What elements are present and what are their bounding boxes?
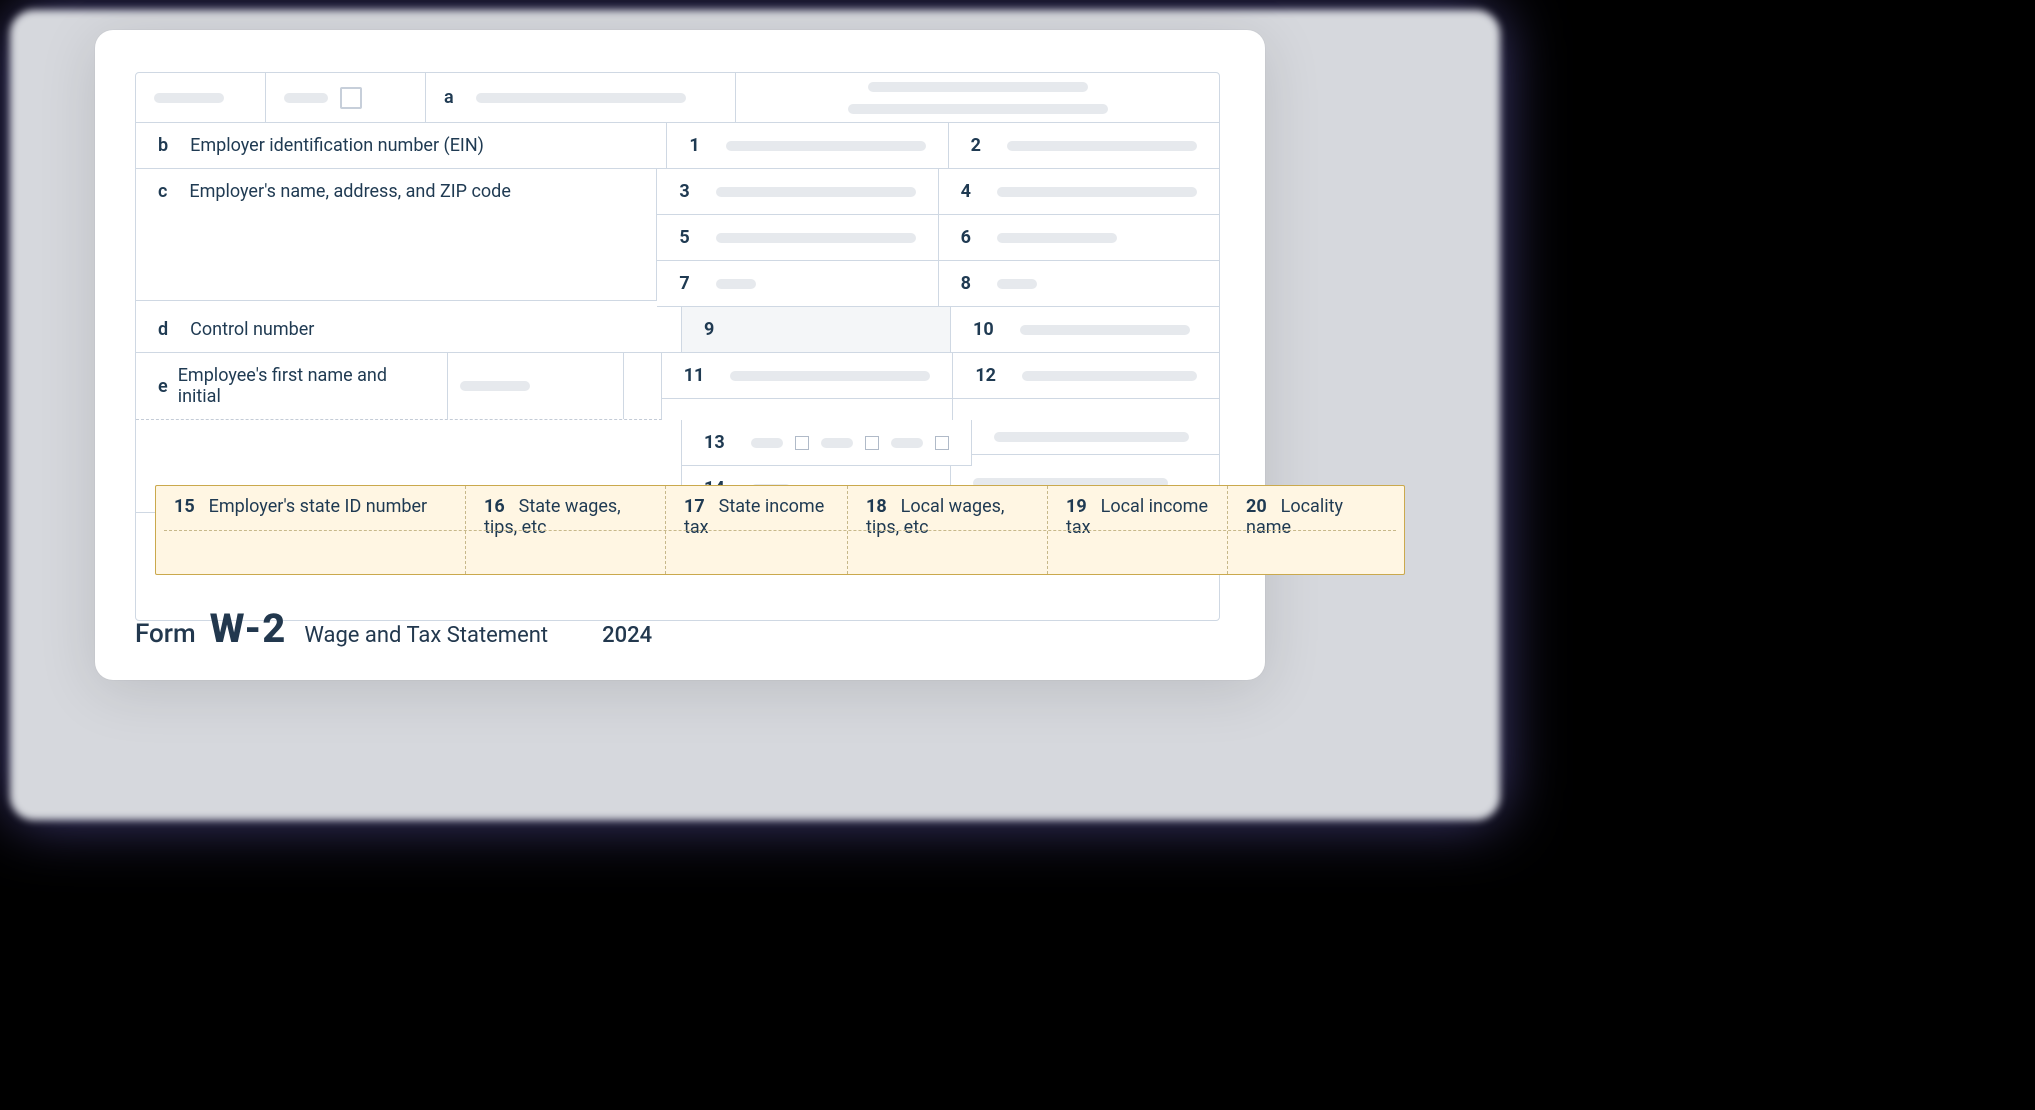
placeholder-bar: [154, 93, 224, 103]
box-1: 1: [667, 123, 947, 169]
footer-desc: Wage and Tax Statement: [304, 623, 548, 648]
main-row-2: cEmployer's name, address, and ZIP code …: [136, 169, 1219, 307]
box-2: 2: [949, 123, 1219, 169]
top-cell-right: [736, 73, 1219, 122]
box-11: 11: [662, 353, 953, 399]
box-e-row: eEmployee's first name and initial: [136, 353, 662, 420]
placeholder-bar: [1020, 325, 1190, 335]
placeholder-bar: [1022, 371, 1197, 381]
box-c: cEmployer's name, address, and ZIP code: [136, 169, 657, 301]
box-e: eEmployee's first name and initial: [136, 353, 448, 419]
main-row-4: eEmployee's first name and initial 11 12: [136, 353, 1219, 420]
box-17: 17State income tax: [666, 486, 848, 574]
box-20: 20Locality name: [1228, 486, 1404, 574]
placeholder-bar: [821, 438, 853, 448]
footer-form: Form: [135, 619, 196, 649]
box-d: dControl number: [136, 307, 682, 353]
w2-form-card: a bEmployer identification number (EIN) …: [95, 30, 1265, 680]
top-cell-2: [266, 73, 426, 122]
box-b-label: Employer identification number (EIN): [190, 135, 484, 156]
checkbox-icon[interactable]: [340, 87, 362, 109]
placeholder-bar: [997, 233, 1117, 243]
placeholder-bar: [716, 279, 756, 289]
box-a-letter: a: [444, 87, 454, 108]
checkbox-icon[interactable]: [935, 436, 949, 450]
placeholder-bar: [476, 93, 686, 103]
box-3: 3: [657, 169, 937, 215]
placeholder-bar: [716, 187, 916, 197]
placeholder-bar: [460, 381, 530, 391]
box-e-last: [624, 353, 661, 419]
highlighted-state-local-row: 15Employer's state ID number 16State wag…: [155, 485, 1405, 575]
box-12b-area: [972, 420, 1219, 455]
top-cell-1: [136, 73, 266, 122]
checkbox-icon[interactable]: [865, 436, 879, 450]
box-b: bEmployer identification number (EIN): [136, 123, 667, 169]
placeholder-bar: [284, 93, 328, 103]
main-row-1: bEmployer identification number (EIN) 1 …: [136, 123, 1219, 169]
box-4: 4: [939, 169, 1219, 215]
box-e-mid: [448, 353, 624, 419]
box-c-label: Employer's name, address, and ZIP code: [189, 181, 510, 202]
placeholder-bar: [726, 141, 926, 151]
box-13: 13: [682, 420, 971, 466]
placeholder-bar: [751, 438, 783, 448]
box-a: a: [426, 73, 736, 122]
box-19: 19Local income tax: [1048, 486, 1228, 574]
box-6: 6: [939, 215, 1219, 261]
top-strip-row: a: [136, 73, 1219, 123]
placeholder-bar: [994, 432, 1189, 442]
box-10: 10: [951, 307, 1219, 353]
box-15: 15Employer's state ID number: [156, 486, 466, 574]
box-d-label: Control number: [190, 319, 314, 340]
main-row-3: dControl number 9 10: [136, 307, 1219, 353]
box-e-label: Employee's first name and initial: [178, 365, 425, 407]
placeholder-bar: [848, 104, 1108, 114]
box-18: 18Local wages, tips, etc: [848, 486, 1048, 574]
placeholder-bar: [716, 233, 916, 243]
placeholder-bar: [891, 438, 923, 448]
box-16: 16State wages, tips, etc: [466, 486, 666, 574]
placeholder-bar: [868, 82, 1088, 92]
form-footer: Form W-2 Wage and Tax Statement 2024: [135, 605, 652, 652]
box-9: 9: [682, 307, 950, 353]
placeholder-bar: [997, 187, 1197, 197]
placeholder-bar: [1007, 141, 1197, 151]
placeholder-bar: [997, 279, 1037, 289]
footer-year: 2024: [602, 623, 652, 648]
box-5: 5: [657, 215, 937, 261]
checkbox-icon[interactable]: [795, 436, 809, 450]
box-8: 8: [939, 261, 1219, 307]
box-7: 7: [657, 261, 937, 307]
placeholder-bar: [730, 371, 930, 381]
footer-code: W-2: [210, 605, 287, 652]
box-12: 12: [953, 353, 1219, 399]
